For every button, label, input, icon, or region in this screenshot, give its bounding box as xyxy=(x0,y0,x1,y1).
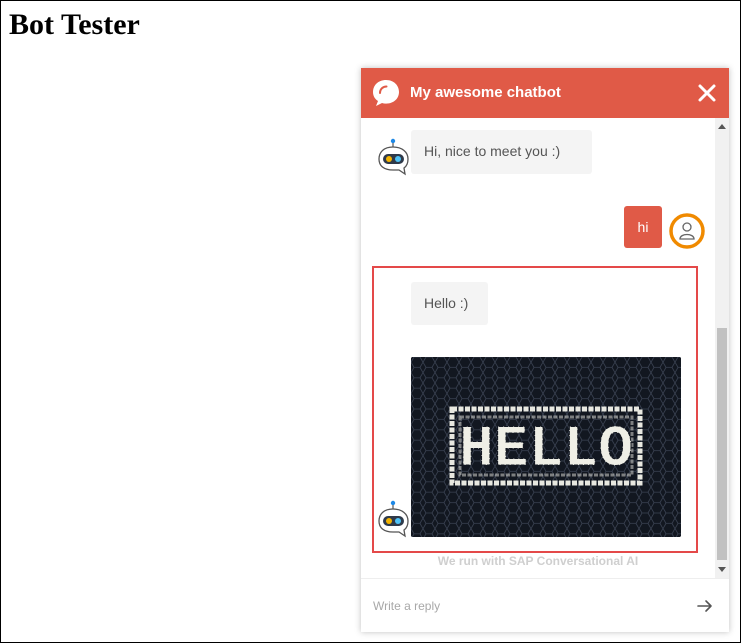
user-icon xyxy=(669,213,705,249)
chat-widget: My awesome chatbot Hi, nice to meet you … xyxy=(361,68,729,632)
chat-header: My awesome chatbot xyxy=(361,68,729,118)
chat-title: My awesome chatbot xyxy=(410,84,561,101)
arrow-right-icon[interactable] xyxy=(695,596,715,616)
robot-icon xyxy=(378,500,409,538)
scroll-down-icon[interactable] xyxy=(718,567,726,572)
scrollbar[interactable] xyxy=(715,118,729,578)
close-icon[interactable] xyxy=(695,81,719,105)
robot-icon xyxy=(378,138,409,176)
bot-message: Hello :) xyxy=(411,282,488,325)
hello-image[interactable]: HELLO xyxy=(411,357,681,537)
reply-area xyxy=(361,578,729,632)
scrollbar-thumb[interactable] xyxy=(717,328,727,560)
user-message: hi xyxy=(624,206,662,248)
chat-bubble-icon xyxy=(373,80,399,106)
reply-input[interactable] xyxy=(371,593,675,619)
scroll-up-icon[interactable] xyxy=(718,124,726,129)
bot-message: Hi, nice to meet you :) xyxy=(411,130,592,174)
page-title: Bot Tester xyxy=(9,8,140,41)
hello-mosaic: HELLO xyxy=(411,357,681,537)
powered-by-text: We run with SAP Conversational AI xyxy=(437,554,639,568)
hello-text: HELLO xyxy=(459,418,633,483)
message-list[interactable]: Hi, nice to meet you :) hi Hello :) HELL… xyxy=(361,118,715,578)
